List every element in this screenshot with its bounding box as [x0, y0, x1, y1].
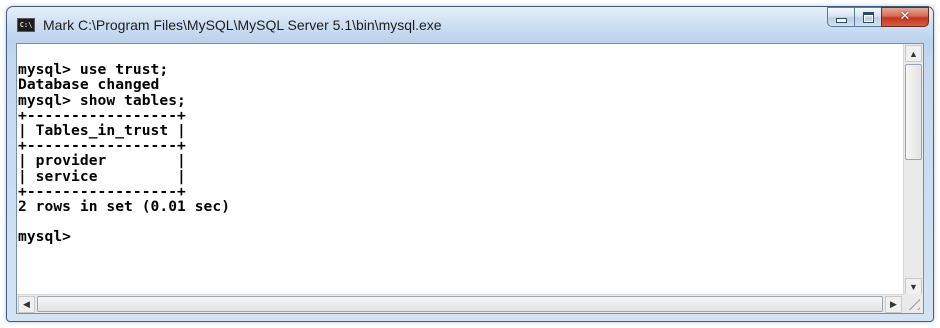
scroll-up-button[interactable]: ▲ [905, 45, 922, 62]
console-line: mysql> use trust; [18, 61, 169, 79]
scroll-down-button[interactable]: ▼ [905, 278, 922, 295]
console-line: | provider | [18, 152, 186, 170]
console-line: mysql> show tables; [18, 91, 186, 109]
chevron-up-icon: ▲ [909, 48, 918, 59]
title-bar[interactable]: C:\ Mark C:\Program Files\MySQL\MySQL Se… [7, 7, 933, 41]
console-line: 2 rows in set (0.01 sec) [18, 198, 231, 215]
maximize-icon [862, 11, 874, 23]
resize-grip-icon [908, 298, 920, 310]
resize-corner[interactable] [903, 294, 923, 313]
maximize-button[interactable] [854, 7, 881, 27]
close-icon: ✕ [899, 9, 911, 24]
console-line: | service | [18, 167, 186, 185]
window-title: Mark C:\Program Files\MySQL\MySQL Server… [43, 17, 442, 33]
scroll-left-button[interactable]: ◀ [18, 296, 35, 313]
horizontal-scroll-thumb[interactable] [37, 296, 883, 312]
console-output[interactable]: mysql> use trust; Database changed mysql> … [17, 44, 903, 296]
scroll-right-button[interactable]: ▶ [885, 296, 902, 313]
console-icon[interactable]: C:\ [17, 18, 35, 32]
console-line: | Tables_in_trust | [18, 122, 186, 139]
chevron-right-icon: ▶ [890, 299, 897, 309]
minimize-button[interactable] [827, 7, 854, 27]
console-line: mysql> [18, 228, 72, 246]
console-line: +-----------------+ [18, 182, 186, 200]
chevron-down-icon: ▼ [909, 281, 918, 292]
console-line: Database changed [18, 76, 160, 94]
window-controls: ✕ [827, 7, 929, 29]
horizontal-scrollbar[interactable]: ◀ ▶ [17, 294, 903, 313]
console-line: +-----------------+ [18, 106, 186, 124]
console-client-area: mysql> use trust; Database changed mysql> … [16, 43, 924, 314]
chevron-left-icon: ◀ [23, 299, 30, 309]
minimize-icon [835, 17, 847, 23]
close-button[interactable]: ✕ [881, 7, 929, 27]
vertical-scroll-thumb[interactable] [905, 64, 922, 160]
console-window: C:\ Mark C:\Program Files\MySQL\MySQL Se… [6, 6, 934, 322]
console-line: +-----------------+ [18, 137, 186, 155]
vertical-scrollbar[interactable]: ▲ ▼ [903, 44, 923, 296]
